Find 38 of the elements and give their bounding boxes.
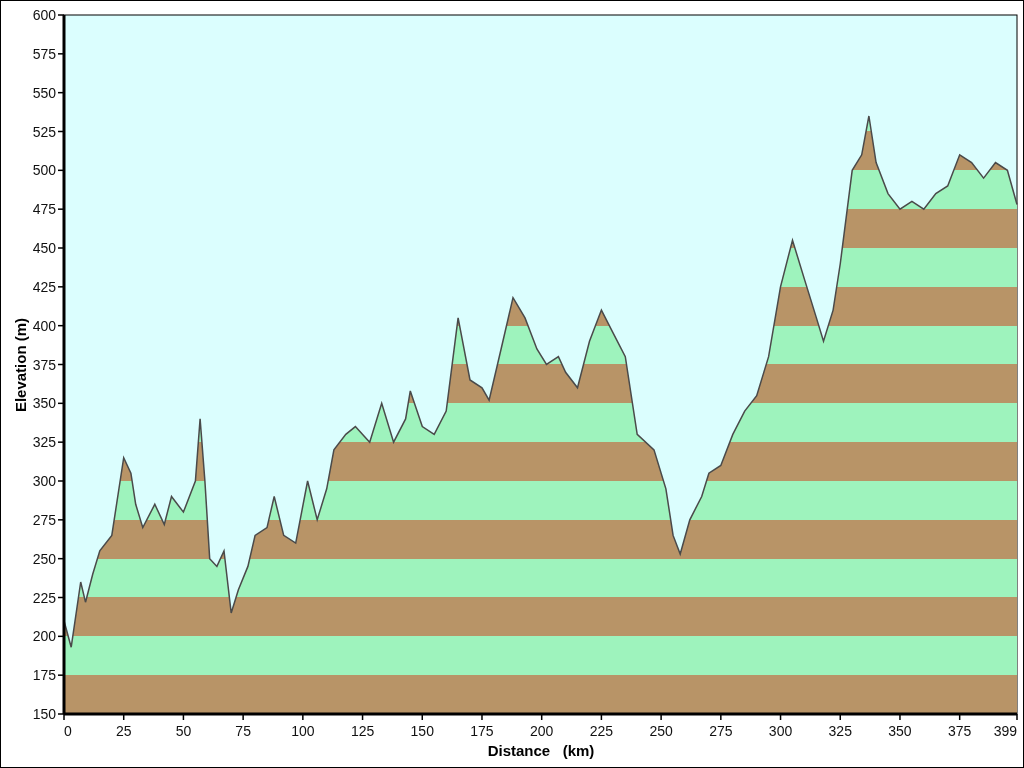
x-tick-label: 250	[649, 723, 673, 739]
x-tick-label: 25	[115, 723, 132, 739]
x-tick-label: 200	[530, 723, 554, 739]
y-tick-label: 300	[32, 473, 56, 489]
x-tick-label: 350	[888, 723, 912, 739]
x-tick-label: 150	[410, 723, 434, 739]
x-tick-label: 325	[828, 723, 852, 739]
x-tick-label: 175	[470, 723, 494, 739]
x-tick-label: 100	[291, 723, 315, 739]
y-tick-label: 475	[32, 201, 56, 218]
y-tick-label: 225	[32, 589, 56, 606]
y-tick-label: 425	[32, 278, 56, 295]
y-tick-label: 250	[32, 550, 56, 567]
y-tick-label: 550	[32, 84, 56, 101]
y-tick-label: 350	[32, 395, 56, 412]
x-tick-label: 225	[589, 723, 614, 739]
x-tick-label: 125	[350, 723, 375, 739]
y-tick-label: 500	[32, 162, 56, 179]
y-tick-label: 450	[32, 240, 56, 256]
y-tick-label: 375	[32, 356, 56, 373]
x-tick-label: 0	[64, 723, 72, 739]
y-tick-label: 275	[32, 511, 56, 528]
x-tick-label: 300	[768, 723, 793, 739]
y-tick-label: 400	[32, 317, 56, 334]
y-tick-label: 150	[32, 706, 56, 722]
y-tick-label: 600	[32, 7, 56, 23]
y-tick-label: 325	[32, 434, 56, 451]
y-tick-label: 525	[32, 123, 56, 140]
x-axis-title: Distance (km)	[487, 742, 595, 759]
x-tick-label: 275	[709, 723, 733, 739]
y-tick-label: 200	[32, 628, 56, 645]
x-tick-label: 399	[993, 723, 1017, 739]
y-tick-label: 575	[32, 45, 56, 62]
x-tick-label: 375	[948, 723, 972, 739]
y-axis-title: Elevation (m)	[12, 317, 29, 413]
y-tick-label: 175	[32, 667, 56, 684]
x-tick-label: 50	[175, 723, 192, 739]
x-tick-label: 75	[235, 723, 251, 739]
